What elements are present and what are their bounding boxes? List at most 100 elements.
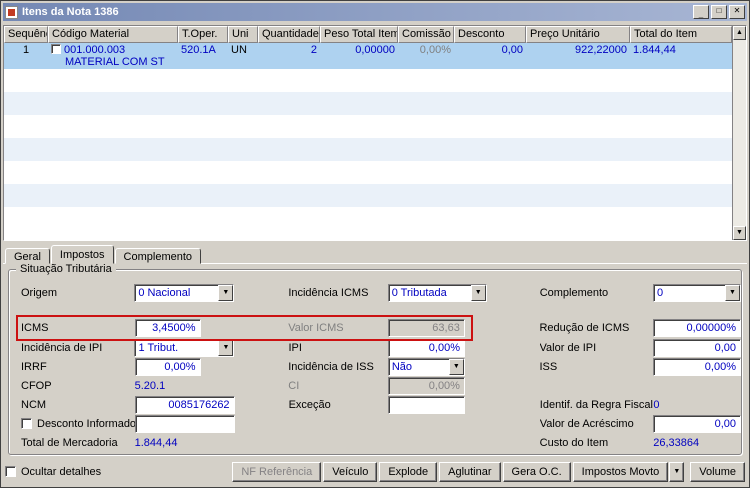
- chevron-down-icon[interactable]: ▼: [218, 284, 234, 301]
- cfop-value: 5.20.1: [134, 379, 166, 392]
- tab-complemento[interactable]: Complemento: [114, 248, 202, 264]
- window-title: Itens da Nota 1386: [22, 6, 119, 18]
- codigo-material-value: 001.000.003: [64, 44, 126, 56]
- groupbox-title: Situação Tributária: [16, 263, 116, 275]
- chevron-down-icon: ▼: [673, 468, 681, 475]
- ocultar-detalhes-checkbox-group[interactable]: Ocultar detalhes: [5, 466, 101, 478]
- excecao-field[interactable]: [388, 395, 466, 414]
- titlebar[interactable]: Itens da Nota 1386 _ □ ✕: [3, 3, 747, 21]
- tab-geral[interactable]: Geral: [5, 248, 50, 264]
- form-row-icms: ICMS 3,4500% Valor ICMS 63,63 Redução de…: [16, 315, 741, 341]
- origem-value: 0 Nacional: [138, 286, 191, 299]
- cell-desconto: 0,00: [501, 44, 523, 56]
- cell-peso-total-item: 0,00000: [355, 44, 395, 56]
- desconto-informado-checkbox-group[interactable]: Desconto Informado: [21, 418, 135, 430]
- reducao-icms-field[interactable]: 0,00000%: [653, 319, 741, 337]
- column-header-total-do-item[interactable]: Total do Item: [630, 26, 732, 43]
- valor-acrescimo-field[interactable]: 0,00: [653, 414, 741, 433]
- iss-label: ISS: [539, 360, 558, 373]
- footer-bar: Ocultar detalhes NF Referência Veículo E…: [5, 461, 745, 482]
- scroll-down-icon[interactable]: ▼: [733, 226, 746, 240]
- footer-buttons: NF Referência Veículo Explode Aglutinar …: [230, 461, 745, 482]
- ci-label: CI: [288, 379, 300, 392]
- impostos-movto-button[interactable]: Impostos Movto: [572, 461, 669, 482]
- close-icon: ✕: [733, 6, 741, 15]
- column-header-t-oper[interactable]: T.Oper.: [178, 26, 228, 43]
- ncm-field[interactable]: 0085176262: [134, 395, 235, 414]
- form-row-cfop: CFOP 5.20.1 CI 0,00%: [21, 376, 741, 395]
- row-checkbox[interactable]: [51, 44, 61, 54]
- close-button[interactable]: ✕: [729, 5, 745, 19]
- chevron-down-icon[interactable]: ▼: [448, 358, 464, 375]
- cell-codigo-material: 001.000.003 MATERIAL COM ST: [48, 43, 178, 69]
- icms-label: ICMS: [21, 322, 49, 334]
- incidencia-icms-value: 0 Tributada: [391, 286, 447, 299]
- form-row-ipi: Incidência de IPI 1 Tribut. ▼ IPI 0,00% …: [21, 338, 741, 357]
- valor-acrescimo-label: Valor de Acréscimo: [539, 417, 634, 430]
- table-row-selected[interactable]: 1 001.000.003 MATERIAL COM ST 520.1A UN …: [4, 43, 732, 69]
- column-header-peso-total-item[interactable]: Peso Total Item: [320, 26, 398, 43]
- column-header-quantidade[interactable]: Quantidade: [258, 26, 320, 43]
- form-row-totais: Total de Mercadoria 1.844,44 Custo do It…: [21, 433, 741, 452]
- items-grid: Sequência Código Material T.Oper. Uni Qu…: [3, 25, 747, 241]
- origem-select[interactable]: 0 Nacional ▼: [134, 283, 235, 302]
- gera-oc-button[interactable]: Gera O.C.: [502, 461, 571, 482]
- column-header-sequencia[interactable]: Sequência: [4, 26, 48, 43]
- desconto-informado-label: Desconto Informado: [37, 417, 135, 430]
- chevron-down-icon[interactable]: ▼: [470, 284, 486, 301]
- situacao-tributaria-groupbox: Situação Tributária Origem 0 Nacional ▼ …: [8, 263, 742, 455]
- iss-field[interactable]: 0,00%: [653, 357, 741, 376]
- ocultar-detalhes-checkbox[interactable]: [5, 466, 16, 477]
- custo-item-label: Custo do Item: [539, 436, 609, 449]
- ipi-field[interactable]: 0,00%: [388, 338, 465, 357]
- form-row-ncm: NCM 0085176262 Exceção Identif. da Regra…: [21, 395, 741, 414]
- impostos-panel: Situação Tributária Origem 0 Nacional ▼ …: [3, 263, 747, 459]
- veiculo-button[interactable]: Veículo: [323, 461, 378, 482]
- valor-icms-field: 63,63: [387, 319, 465, 337]
- vertical-scrollbar[interactable]: ▲ ▼: [732, 26, 746, 240]
- grid-header: Sequência Código Material T.Oper. Uni Qu…: [4, 26, 732, 43]
- total-mercadoria-value: 1.844,44: [134, 436, 178, 449]
- volume-button[interactable]: Volume: [690, 461, 745, 482]
- cell-sequencia: 1: [22, 44, 30, 56]
- ci-field: 0,00%: [387, 376, 465, 395]
- ncm-label: NCM: [21, 398, 47, 411]
- irrf-field[interactable]: 0,00%: [134, 357, 201, 376]
- aglutinar-button[interactable]: Aglutinar: [439, 461, 501, 482]
- empty-row: [4, 138, 732, 161]
- items-window: Itens da Nota 1386 _ □ ✕ Sequência Códig…: [0, 0, 750, 488]
- ipi-label: IPI: [288, 341, 302, 354]
- tab-impostos[interactable]: Impostos: [50, 245, 114, 264]
- empty-row: [4, 69, 732, 92]
- incidencia-ipi-select[interactable]: 1 Tribut. ▼: [134, 338, 235, 357]
- icms-field[interactable]: 3,4500%: [134, 319, 201, 337]
- desconto-informado-field[interactable]: [135, 414, 235, 433]
- total-mercadoria-label: Total de Mercadoria: [21, 436, 118, 449]
- chevron-down-icon[interactable]: ▼: [725, 284, 741, 301]
- incidencia-icms-select[interactable]: 0 Tributada ▼: [387, 283, 487, 302]
- maximize-button[interactable]: □: [711, 5, 727, 19]
- detail-tabs: Geral Impostos Complemento: [5, 245, 202, 264]
- desconto-informado-checkbox[interactable]: [21, 418, 32, 429]
- custo-item-value: 26,33864: [653, 436, 700, 449]
- chevron-down-icon[interactable]: ▼: [218, 339, 234, 356]
- empty-row: [4, 115, 732, 138]
- column-header-comissao[interactable]: Comissão: [398, 26, 454, 43]
- column-header-preco-unitario[interactable]: Preço Unitário: [526, 26, 630, 43]
- column-header-desconto[interactable]: Desconto: [454, 26, 526, 43]
- minimize-icon: _: [698, 10, 704, 19]
- incidencia-iss-value: Não: [391, 360, 412, 373]
- column-header-codigo-material[interactable]: Código Material: [48, 26, 178, 43]
- complemento-select[interactable]: 0 ▼: [653, 283, 742, 302]
- valor-ipi-field[interactable]: 0,00: [653, 338, 741, 357]
- minimize-button[interactable]: _: [693, 5, 709, 19]
- explode-button[interactable]: Explode: [379, 461, 438, 482]
- scroll-up-icon[interactable]: ▲: [733, 26, 746, 40]
- column-header-uni[interactable]: Uni: [228, 26, 258, 43]
- material-descricao: MATERIAL COM ST: [65, 56, 165, 68]
- impostos-movto-dropdown-button[interactable]: ▼: [669, 461, 685, 482]
- incidencia-iss-select[interactable]: Não ▼: [387, 357, 465, 376]
- empty-row: [4, 161, 732, 184]
- valor-icms-label: Valor ICMS: [288, 322, 344, 334]
- empty-row: [4, 207, 732, 230]
